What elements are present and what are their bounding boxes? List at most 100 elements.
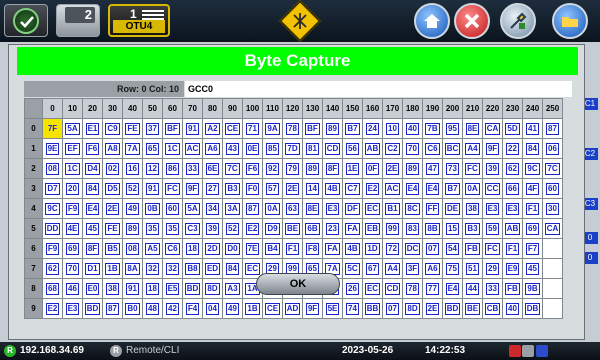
byte-cell[interactable]: 62 (502, 158, 523, 179)
byte-cell[interactable]: 32 (142, 258, 163, 279)
byte-cell[interactable]: BB (362, 298, 383, 319)
byte-cell[interactable]: 84 (222, 258, 243, 279)
byte-cell[interactable]: 2E (282, 178, 303, 199)
byte-cell[interactable]: E9 (502, 258, 523, 279)
byte-cell[interactable]: 33 (182, 158, 203, 179)
byte-cell[interactable]: 2E (382, 158, 403, 179)
byte-cell[interactable]: 6B (302, 218, 323, 239)
byte-cell[interactable]: 5C (342, 258, 363, 279)
byte-cell[interactable]: 8A (122, 258, 143, 279)
byte-cell[interactable]: 34 (202, 198, 223, 219)
byte-cell[interactable]: FA (342, 218, 363, 239)
byte-cell[interactable]: 5E (322, 298, 343, 319)
byte-cell[interactable]: 29 (482, 258, 503, 279)
byte-cell[interactable]: 66 (502, 178, 523, 199)
byte-cell[interactable]: 26 (342, 278, 363, 299)
byte-cell[interactable]: 35 (162, 218, 183, 239)
byte-cell[interactable]: DB (522, 298, 543, 319)
byte-cell[interactable]: 49 (222, 298, 243, 319)
byte-cell[interactable]: 2D (202, 238, 223, 259)
byte-cell[interactable]: 92 (262, 158, 283, 179)
byte-cell[interactable]: C6 (162, 238, 183, 259)
byte-cell[interactable]: 9A (262, 118, 283, 139)
byte-cell[interactable]: 78 (402, 278, 423, 299)
byte-cell[interactable]: D5 (102, 178, 123, 199)
byte-cell[interactable]: 8B (422, 218, 443, 239)
byte-cell[interactable]: 99 (382, 218, 403, 239)
alarm-icon[interactable] (509, 345, 521, 357)
byte-cell[interactable]: E0 (82, 278, 103, 299)
byte-cell[interactable]: E4 (422, 178, 443, 199)
byte-cell[interactable]: 7F (42, 118, 63, 139)
byte-cell[interactable]: EC (362, 278, 383, 299)
byte-cell[interactable]: 87 (102, 298, 123, 319)
byte-cell[interactable]: 62 (42, 258, 63, 279)
byte-cell[interactable]: A4 (382, 258, 403, 279)
byte-cell[interactable]: 27 (202, 178, 223, 199)
byte-cell[interactable]: E2 (42, 298, 63, 319)
byte-cell[interactable]: 8C (402, 198, 423, 219)
byte-cell[interactable]: BF (162, 118, 183, 139)
byte-cell[interactable]: 4E (62, 218, 83, 239)
byte-cell[interactable]: 72 (382, 238, 403, 259)
byte-cell[interactable]: 79 (282, 158, 303, 179)
byte-cell[interactable]: 6E (202, 158, 223, 179)
byte-cell[interactable]: 70 (62, 258, 83, 279)
byte-cell[interactable]: 81 (302, 138, 323, 159)
byte-cell[interactable]: 7E (242, 238, 263, 259)
byte-cell[interactable]: BD (442, 298, 463, 319)
byte-cell[interactable]: 83 (402, 218, 423, 239)
byte-cell[interactable]: 85 (262, 138, 283, 159)
byte-cell[interactable]: DF (342, 198, 363, 219)
status-monitor-button[interactable] (4, 4, 48, 37)
byte-cell[interactable]: F1 (502, 238, 523, 259)
home-button[interactable] (414, 3, 450, 39)
byte-cell[interactable]: 38 (102, 278, 123, 299)
byte-cell[interactable]: 87 (542, 118, 563, 139)
byte-cell[interactable]: 8E (462, 118, 483, 139)
byte-cell[interactable]: CC (482, 178, 503, 199)
byte-cell[interactable]: C9 (102, 118, 123, 139)
byte-cell[interactable]: 08 (122, 238, 143, 259)
byte-cell[interactable]: F9 (42, 238, 63, 259)
byte-cell[interactable]: 89 (322, 118, 343, 139)
byte-cell[interactable]: 63 (282, 198, 303, 219)
byte-cell[interactable]: 69 (62, 238, 83, 259)
byte-cell[interactable]: FE (102, 218, 123, 239)
byte-cell[interactable]: AB (502, 218, 523, 239)
byte-cell[interactable]: 59 (482, 218, 503, 239)
byte-cell[interactable]: F0 (242, 178, 263, 199)
byte-cell[interactable]: AB (362, 138, 383, 159)
byte-cell[interactable]: 12 (142, 158, 163, 179)
byte-cell[interactable]: 07 (382, 298, 403, 319)
byte-cell[interactable]: 71 (242, 118, 263, 139)
byte-cell[interactable]: B1 (382, 198, 403, 219)
byte-cell[interactable]: 52 (122, 178, 143, 199)
byte-cell[interactable]: 77 (422, 278, 443, 299)
byte-cell[interactable]: 33 (482, 278, 503, 299)
byte-cell[interactable]: 24 (362, 118, 383, 139)
byte-cell[interactable]: 68 (42, 278, 63, 299)
byte-cell[interactable]: EF (62, 138, 83, 159)
byte-cell[interactable]: 8F (82, 238, 103, 259)
byte-cell[interactable]: 07 (422, 238, 443, 259)
byte-cell[interactable]: A4 (462, 138, 483, 159)
byte-cell[interactable]: CD (382, 278, 403, 299)
byte-cell[interactable]: FF (422, 198, 443, 219)
byte-cell[interactable]: DD (42, 218, 63, 239)
byte-cell[interactable]: E3 (322, 198, 343, 219)
byte-cell[interactable]: 49 (122, 198, 143, 219)
byte-cell[interactable]: 7C (222, 158, 243, 179)
byte-cell[interactable]: A6 (422, 258, 443, 279)
byte-cell[interactable]: FC (162, 178, 183, 199)
byte-cell[interactable]: A6 (202, 138, 223, 159)
byte-cell[interactable]: 73 (442, 158, 463, 179)
byte-cell[interactable]: 7C (542, 158, 563, 179)
byte-cell[interactable]: FB (462, 238, 483, 259)
byte-cell[interactable]: E4 (82, 198, 103, 219)
byte-cell[interactable]: D1 (82, 258, 103, 279)
byte-cell[interactable]: 87 (242, 198, 263, 219)
byte-cell[interactable]: D9 (262, 218, 283, 239)
byte-cell[interactable]: 91 (142, 178, 163, 199)
byte-cell[interactable]: E3 (502, 198, 523, 219)
